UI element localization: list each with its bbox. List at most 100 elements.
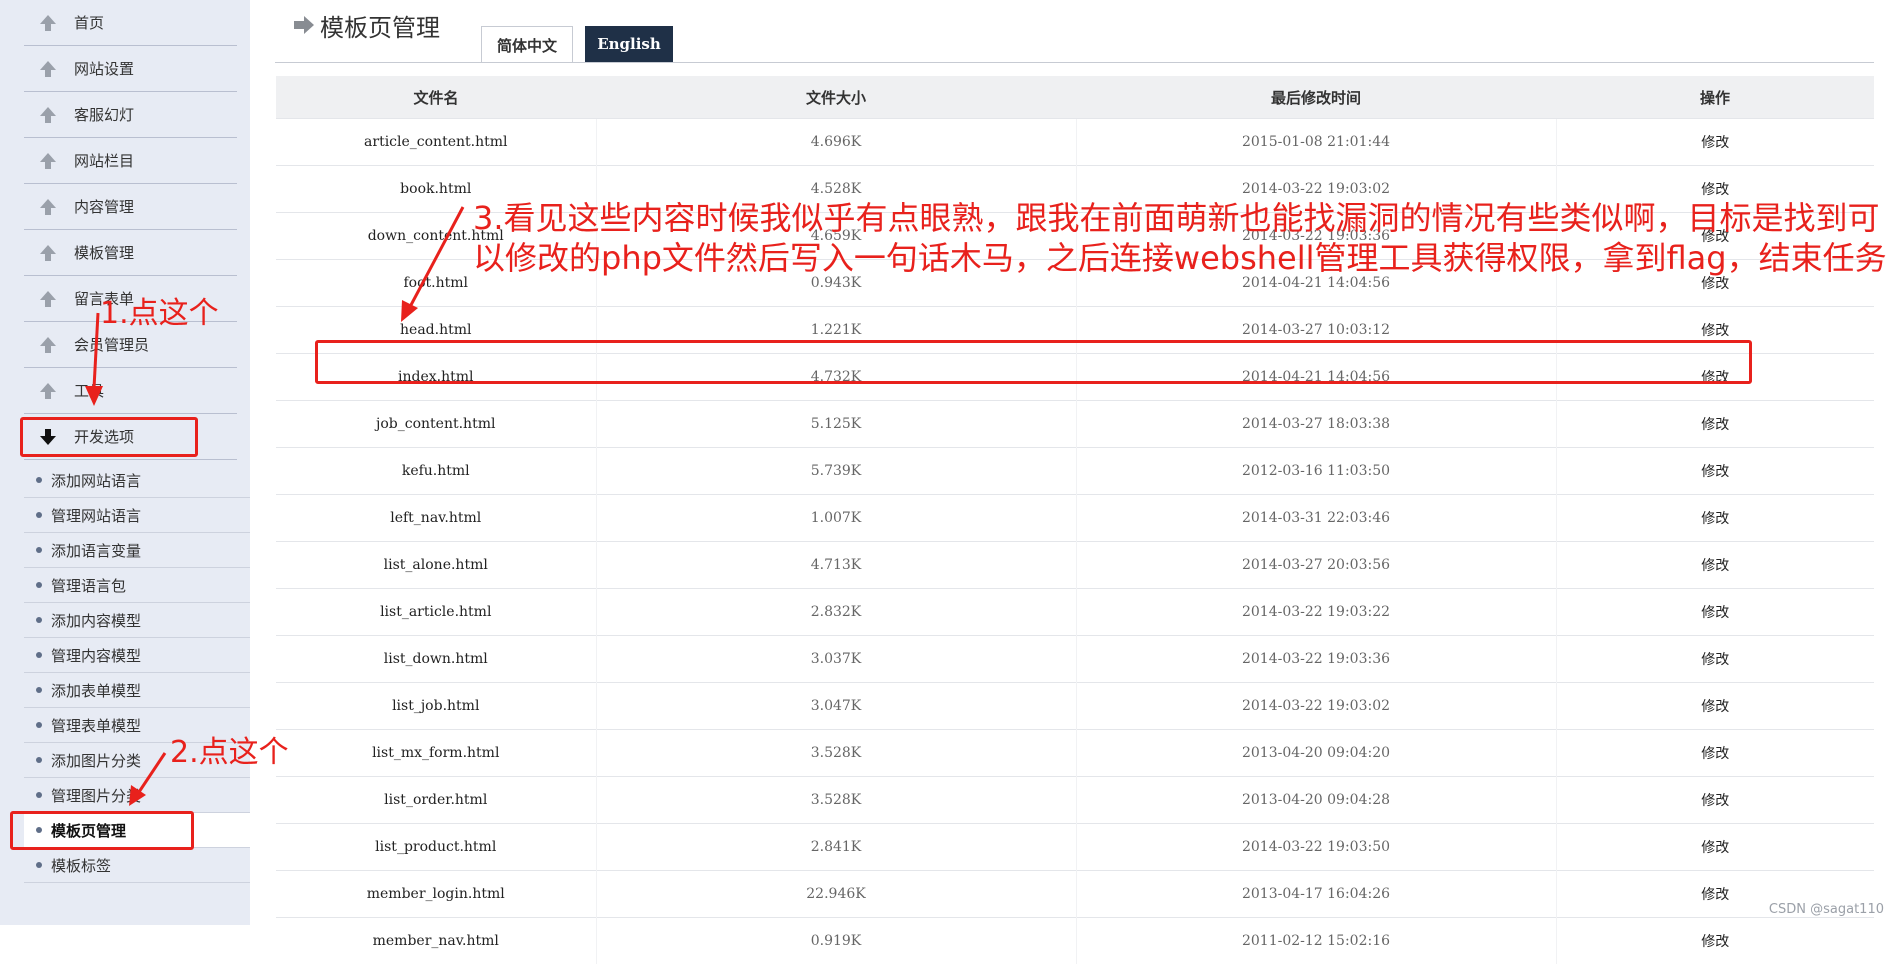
highlight-box-index-row xyxy=(315,340,1752,384)
sidebar-subitem-template-tags[interactable]: 模板标签 xyxy=(24,848,250,883)
bullet-icon xyxy=(36,792,42,798)
arrow-up-icon xyxy=(38,151,58,171)
sidebar-subitem-language-pack[interactable]: 管理语言包 xyxy=(24,568,250,603)
sidebar-subitem-manage-image-category[interactable]: 管理图片分类 xyxy=(24,778,250,813)
table-row: article_content.html4.696K2015-01-08 21:… xyxy=(276,119,1874,166)
edit-link[interactable]: 修改 xyxy=(1556,636,1874,683)
file-size: 5.125K xyxy=(596,401,1076,448)
page-title: 模板页管理 xyxy=(320,8,440,43)
edit-link[interactable]: 修改 xyxy=(1556,495,1874,542)
bullet-icon xyxy=(36,862,42,868)
sidebar-item-content[interactable]: 内容管理 xyxy=(24,184,237,230)
sidebar-subitem-add-language[interactable]: 添加网站语言 xyxy=(24,463,250,498)
bullet-icon xyxy=(36,652,42,658)
file-name: list_down.html xyxy=(276,636,596,683)
header-divider xyxy=(275,62,1874,63)
arrow-up-icon xyxy=(38,105,58,125)
sidebar-item-label: 内容管理 xyxy=(74,196,134,217)
file-name: article_content.html xyxy=(276,119,596,166)
file-name: job_content.html xyxy=(276,401,596,448)
sidebar-item-home[interactable]: 首页 xyxy=(24,0,237,46)
bullet-icon xyxy=(36,617,42,623)
table-row: list_job.html3.047K2014-03-22 19:03:02修改 xyxy=(276,683,1874,730)
file-size: 22.946K xyxy=(596,871,1076,918)
sidebar-item-templates[interactable]: 模板管理 xyxy=(24,230,237,276)
file-size: 3.528K xyxy=(596,777,1076,824)
arrow-up-icon xyxy=(38,197,58,217)
table-header-row: 文件名 文件大小 最后修改时间 操作 xyxy=(276,76,1874,119)
sidebar-subitem-label: 模板标签 xyxy=(51,855,111,876)
watermark: CSDN @sagat110 xyxy=(1769,902,1884,917)
sidebar-item-label: 客服幻灯 xyxy=(74,104,134,125)
sidebar-subitem-label: 管理表单模型 xyxy=(51,715,141,736)
arrow-up-icon xyxy=(38,381,58,401)
sidebar-item-slides[interactable]: 客服幻灯 xyxy=(24,92,237,138)
file-name: list_article.html xyxy=(276,589,596,636)
file-modified-time: 2013-04-20 09:04:28 xyxy=(1076,777,1556,824)
bullet-icon xyxy=(36,722,42,728)
tab-english[interactable]: English xyxy=(585,26,673,62)
sidebar-subitem-label: 管理图片分类 xyxy=(51,785,141,806)
edit-link[interactable]: 修改 xyxy=(1556,401,1874,448)
arrow-up-icon xyxy=(38,13,58,33)
file-modified-time: 2011-02-12 15:02:16 xyxy=(1076,918,1556,964)
sidebar-item-tools[interactable]: 工具 xyxy=(24,368,237,414)
file-name: member_nav.html xyxy=(276,918,596,964)
table-row: list_article.html2.832K2014-03-22 19:03:… xyxy=(276,589,1874,636)
annotation-step-3: 3.看见这些内容时候我似乎有点眼熟，跟我在前面萌新也能找漏洞的情况有些类似啊，目… xyxy=(473,198,1893,278)
sidebar-item-site-settings[interactable]: 网站设置 xyxy=(24,46,237,92)
file-modified-time: 2014-03-31 22:03:46 xyxy=(1076,495,1556,542)
edit-link[interactable]: 修改 xyxy=(1556,683,1874,730)
arrow-up-icon xyxy=(38,59,58,79)
file-name: list_alone.html xyxy=(276,542,596,589)
sidebar-subitem-label: 添加表单模型 xyxy=(51,680,141,701)
bullet-icon xyxy=(36,512,42,518)
column-header-filename: 文件名 xyxy=(276,76,596,119)
arrow-up-icon xyxy=(38,243,58,263)
sidebar-item-label: 首页 xyxy=(74,12,104,33)
tab-simplified-chinese[interactable]: 简体中文 xyxy=(481,26,573,63)
sidebar-subitem-label: 添加内容模型 xyxy=(51,610,141,631)
sidebar-subitem-add-content-model[interactable]: 添加内容模型 xyxy=(24,603,250,638)
table-row: list_order.html3.528K2013-04-20 09:04:28… xyxy=(276,777,1874,824)
edit-link[interactable]: 修改 xyxy=(1556,448,1874,495)
file-modified-time: 2014-03-22 19:03:22 xyxy=(1076,589,1556,636)
sidebar-item-label: 会员管理员 xyxy=(74,334,149,355)
column-header-action: 操作 xyxy=(1556,76,1874,119)
file-size: 0.919K xyxy=(596,918,1076,964)
sidebar-subitem-add-variable[interactable]: 添加语言变量 xyxy=(24,533,250,568)
file-name: member_login.html xyxy=(276,871,596,918)
edit-link[interactable]: 修改 xyxy=(1556,589,1874,636)
highlight-box-dev-options xyxy=(20,417,198,457)
highlight-box-template-pages xyxy=(10,811,194,850)
table-row: kefu.html5.739K2012-03-16 11:03:50修改 xyxy=(276,448,1874,495)
edit-link[interactable]: 修改 xyxy=(1556,777,1874,824)
file-modified-time: 2013-04-20 09:04:20 xyxy=(1076,730,1556,777)
edit-link[interactable]: 修改 xyxy=(1556,730,1874,777)
file-size: 2.832K xyxy=(596,589,1076,636)
sidebar-subitem-label: 添加图片分类 xyxy=(51,750,141,771)
edit-link[interactable]: 修改 xyxy=(1556,824,1874,871)
file-modified-time: 2012-03-16 11:03:50 xyxy=(1076,448,1556,495)
sidebar-item-label: 网站设置 xyxy=(74,58,134,79)
sidebar-item-columns[interactable]: 网站栏目 xyxy=(24,138,237,184)
file-name: list_order.html xyxy=(276,777,596,824)
edit-link[interactable]: 修改 xyxy=(1556,918,1874,964)
column-header-filesize: 文件大小 xyxy=(596,76,1076,119)
file-modified-time: 2014-03-27 18:03:38 xyxy=(1076,401,1556,448)
sidebar-subitem-manage-content-model[interactable]: 管理内容模型 xyxy=(24,638,250,673)
annotation-step-1: 1.点这个 xyxy=(100,288,219,332)
arrow-up-icon xyxy=(38,335,58,355)
table-row: list_alone.html4.713K2014-03-27 20:03:56… xyxy=(276,542,1874,589)
file-size: 3.037K xyxy=(596,636,1076,683)
annotation-step-2: 2.点这个 xyxy=(170,727,289,771)
sidebar-item-label: 网站栏目 xyxy=(74,150,134,171)
file-modified-time: 2013-04-17 16:04:26 xyxy=(1076,871,1556,918)
sidebar-subitem-manage-language[interactable]: 管理网站语言 xyxy=(24,498,250,533)
sidebar-subitem-label: 添加网站语言 xyxy=(51,470,141,491)
bullet-icon xyxy=(36,757,42,763)
edit-link[interactable]: 修改 xyxy=(1556,542,1874,589)
edit-link[interactable]: 修改 xyxy=(1556,119,1874,166)
sidebar-subitem-add-form-model[interactable]: 添加表单模型 xyxy=(24,673,250,708)
sidebar-item-label: 工具 xyxy=(74,380,104,401)
